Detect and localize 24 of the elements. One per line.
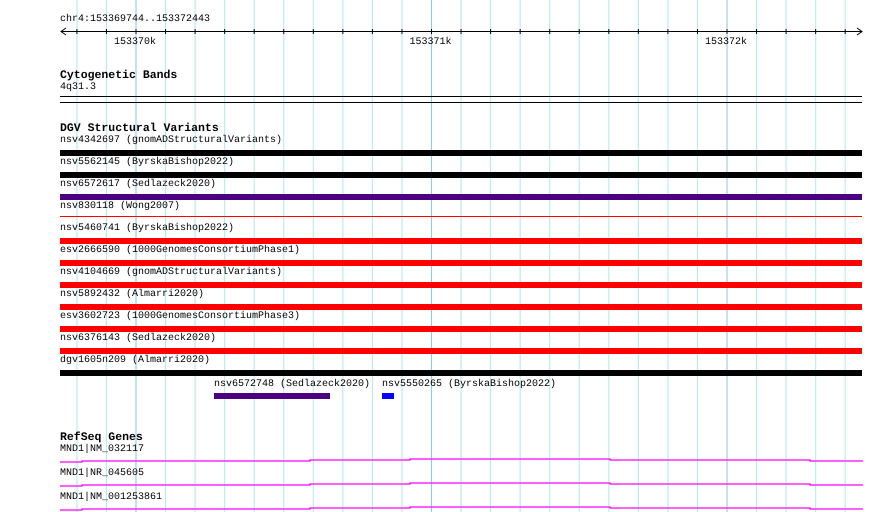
tick-label: 153371k: [410, 37, 452, 49]
variant-label: nsv4342697 (gnomADStructuralVariants): [60, 135, 282, 147]
variant-label: esv2666590 (1000GenomesConsortiumPhase1): [60, 245, 300, 257]
variant-label: nsv830118 (Wong2007): [60, 201, 180, 213]
variant-label: nsv6376143 (Sedlazeck2020): [60, 333, 216, 345]
variant-label: nsv6572617 (Sedlazeck2020): [60, 179, 216, 191]
variant-label: nsv5460741 (ByrskaBishop2022): [60, 223, 234, 235]
band-label: 4q31.3: [60, 82, 96, 94]
gene-label: MND1|NR_045605: [60, 468, 144, 480]
variant-label: dgv1605n209 (Almarri2020): [60, 355, 210, 367]
track-title: RefSeq Genes: [60, 432, 143, 444]
variant-label: nsv6572748 (Sedlazeck2020): [214, 379, 370, 391]
gene-label: MND1|NM_032117: [60, 444, 144, 456]
tick-label: 153372k: [705, 37, 748, 49]
variant-label: esv3602723 (1000GenomesConsortiumPhase3): [60, 311, 300, 323]
track-title: DGV Structural Variants: [60, 123, 219, 135]
variant-label: nsv4104669 (gnomADStructuralVariants): [60, 267, 282, 279]
location-label: chr4:153369744..153372443: [60, 14, 210, 25]
gene-label: MND1|NM_001253861: [60, 492, 162, 504]
variant-label: nsv5892432 (Almarri2020): [60, 289, 204, 301]
variant-label: nsv5550265 (ByrskaBishop2022): [382, 379, 556, 391]
tick-label: 153370k: [114, 37, 156, 49]
variant-label: nsv5562145 (ByrskaBishop2022): [60, 157, 234, 169]
track-title: Cytogenetic Bands: [60, 70, 178, 82]
